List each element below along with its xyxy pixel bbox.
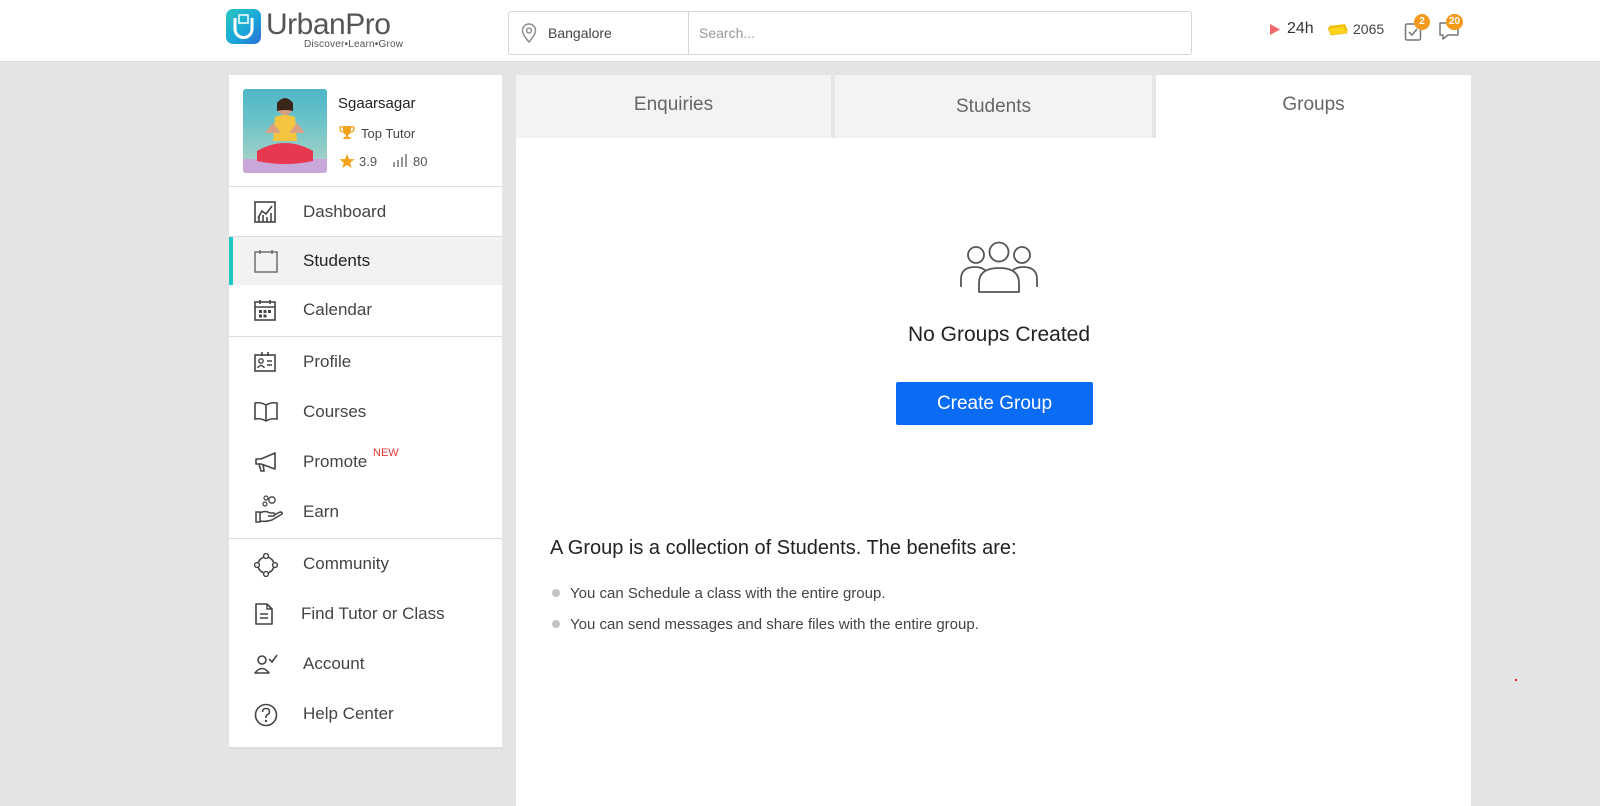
new-tag: NEW	[373, 447, 399, 459]
sidebar-item-label: Profile	[303, 352, 352, 371]
students-calendar-icon	[254, 250, 278, 273]
account-check-icon	[254, 654, 278, 674]
search-bar: Bangalore	[508, 11, 1192, 55]
bullet-dot	[552, 589, 560, 597]
tab-label: Groups	[1282, 94, 1345, 115]
bar-graph-icon	[393, 154, 407, 167]
book-icon	[254, 401, 278, 422]
sidebar-divider	[229, 336, 502, 337]
logo-tagline: Discover•Learn•Grow	[304, 39, 404, 50]
hand-coins-icon	[255, 495, 283, 523]
sidebar-item-calendar[interactable]: Calendar	[229, 286, 502, 335]
sidebar-item-account[interactable]: Account	[229, 640, 502, 689]
tab-label: Students	[956, 96, 1031, 117]
benefit-text: You can Schedule a class with the entire…	[570, 585, 886, 602]
profile-rating: 3.9	[359, 154, 378, 169]
coins-icon	[1327, 24, 1348, 36]
tab-label: Enquiries	[633, 94, 714, 115]
trophy-icon	[339, 126, 355, 139]
search-input[interactable]	[690, 12, 1190, 54]
tab-enquiries[interactable]: Enquiries	[516, 75, 831, 138]
create-group-button[interactable]: Create Group	[896, 382, 1093, 425]
document-icon	[255, 603, 273, 625]
sidebar-item-earn[interactable]: Earn	[229, 488, 502, 537]
sidebar-item-label: Dashboard	[303, 202, 387, 221]
profile-rank: Top Tutor	[361, 126, 416, 141]
profile-card[interactable]: Sgaarsagar Top Tutor 3.9 80	[229, 75, 502, 187]
profile-name[interactable]: Sgaarsagar	[338, 95, 416, 112]
location-selector[interactable]: Bangalore	[509, 12, 689, 54]
logo-name: UrbanPro	[266, 8, 391, 41]
sidebar-item-label: Students	[303, 251, 371, 270]
tab-groups[interactable]: Groups	[1156, 75, 1471, 138]
star-icon	[339, 154, 355, 168]
sidebar-item-help-center[interactable]: Help Center	[229, 690, 502, 739]
location-text: Bangalore	[548, 25, 612, 41]
messages-badge: 20	[1446, 14, 1464, 30]
location-pin-icon	[521, 23, 537, 43]
profile-count: 80	[413, 154, 428, 169]
sidebar-item-profile[interactable]: Profile	[229, 338, 502, 387]
sidebar-item-label: Courses	[303, 402, 367, 421]
sidebar-item-courses[interactable]: Courses	[229, 388, 502, 437]
sidebar-item-label: Find Tutor or Class	[301, 604, 445, 623]
sidebar: Sgaarsagar Top Tutor 3.9 80 Dashboard St…	[229, 75, 502, 749]
sidebar-item-label: Calendar	[303, 300, 372, 319]
sidebar-item-students[interactable]: Students	[229, 237, 502, 285]
megaphone-icon	[255, 452, 276, 472]
top-header: UrbanPro Discover•Learn•Grow Bangalore 2…	[0, 0, 1600, 62]
empty-state-title: No Groups Created	[907, 323, 1091, 346]
urbanpro-logo[interactable]: UrbanPro Discover•Learn•Grow	[226, 8, 416, 53]
sidebar-divider	[229, 538, 502, 539]
tasks-badge: 2	[1414, 14, 1430, 30]
dashboard-chart-icon	[254, 201, 276, 223]
play-icon	[1270, 24, 1280, 35]
urbanpro-logo-badge-icon	[226, 9, 261, 44]
sidebar-item-dashboard[interactable]: Dashboard	[229, 188, 502, 237]
calendar-icon	[254, 300, 276, 321]
benefit-list-item: You can Schedule a class with the entire…	[552, 585, 885, 602]
hours-label[interactable]: 24h	[1287, 20, 1314, 38]
help-circle-icon	[254, 703, 278, 727]
groups-info-heading: A Group is a collection of Students. The…	[550, 537, 1017, 559]
group-people-icon	[960, 241, 1038, 293]
sidebar-item-label: Help Center	[303, 704, 394, 723]
benefit-text: You can send messages and share files wi…	[570, 616, 979, 633]
sidebar-item-promote[interactable]: Promote NEW	[229, 438, 502, 487]
main-panel: Enquiries Students Groups No Groups Crea…	[516, 75, 1471, 806]
bullet-dot	[552, 620, 560, 628]
sidebar-item-label: Earn	[303, 502, 339, 521]
sidebar-item-label: Promote	[303, 452, 368, 471]
coins-count[interactable]: 2065	[1353, 21, 1384, 37]
avatar[interactable]	[243, 89, 327, 173]
stray-pixel	[1515, 679, 1517, 681]
benefit-list-item: You can send messages and share files wi…	[552, 616, 979, 633]
sidebar-item-label: Account	[303, 654, 365, 673]
community-icon	[254, 553, 278, 577]
sidebar-item-label: Community	[303, 554, 389, 573]
tab-students[interactable]: Students	[835, 75, 1152, 138]
sidebar-item-community[interactable]: Community	[229, 540, 502, 589]
profile-card-icon	[254, 352, 276, 372]
sidebar-item-find-tutor[interactable]: Find Tutor or Class	[229, 590, 502, 639]
